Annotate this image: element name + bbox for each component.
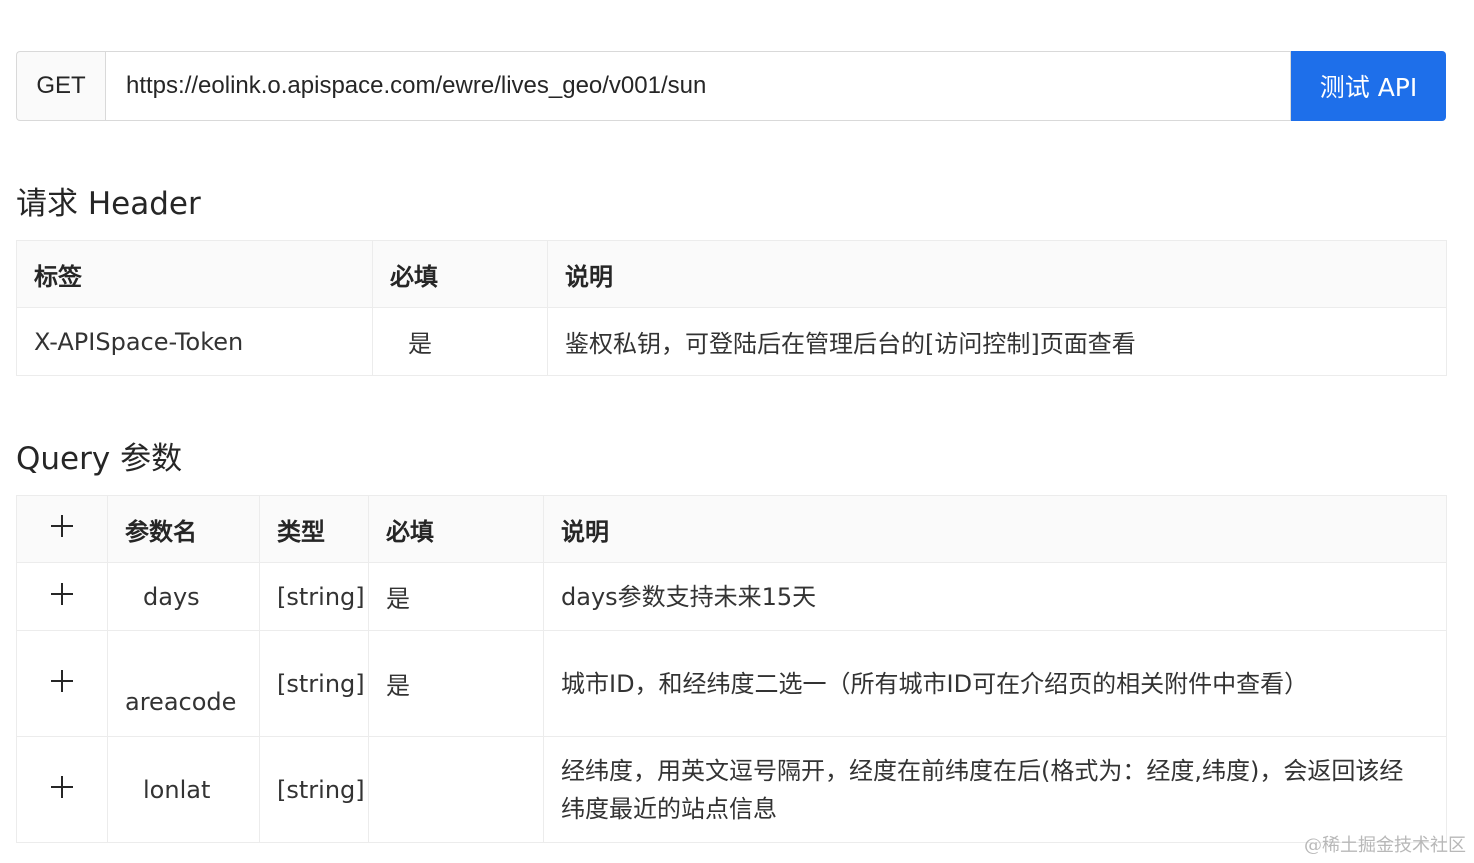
header-section-title: 请求 Header [16, 186, 201, 222]
query-table-head: 参数名 类型 必填 说明 [16, 495, 1447, 563]
column-header: 说明 [543, 495, 1447, 563]
expand-all-cell [16, 495, 108, 563]
required-cell: 是 [368, 630, 544, 737]
required-cell [368, 736, 544, 843]
header-table: 标签 必填 说明 X-APISpace-Token 是 鉴权私钥，可登陆后在管理… [16, 240, 1447, 376]
column-header: 标签 [16, 240, 373, 308]
plus-icon[interactable] [51, 775, 73, 798]
param-name-cell: areacode [107, 630, 260, 737]
header-table-head: 标签 必填 说明 [16, 240, 1447, 308]
test-api-button[interactable]: 测试 API [1291, 51, 1446, 121]
column-header: 说明 [547, 240, 1447, 308]
expand-cell [16, 736, 108, 843]
column-header: 类型 [259, 495, 369, 563]
description-cell: 鉴权私钥，可登陆后在管理后台的[访问控制]页面查看 [547, 307, 1447, 376]
param-name-text: areacode [125, 687, 237, 716]
expand-cell [16, 630, 108, 737]
watermark: @稀土掘金技术社区 [1304, 835, 1466, 856]
param-type-cell: [string] [259, 736, 369, 843]
plus-icon[interactable] [51, 515, 73, 537]
param-type-cell: [string] [259, 630, 369, 737]
required-cell: 是 [372, 307, 548, 376]
param-type-cell: [string] [259, 562, 369, 631]
url-input[interactable] [105, 51, 1291, 121]
column-header: 参数名 [107, 495, 260, 563]
expand-cell [16, 562, 108, 631]
table-row: X-APISpace-Token 是 鉴权私钥，可登陆后在管理后台的[访问控制]… [16, 307, 1447, 376]
query-params-table: 参数名 类型 必填 说明 days [string] 是 days参数支持未来1… [16, 495, 1447, 843]
header-label-cell: X-APISpace-Token [16, 307, 373, 376]
table-row: days [string] 是 days参数支持未来15天 [16, 562, 1447, 631]
column-header: 必填 [368, 495, 544, 563]
param-name-cell: days [107, 562, 260, 631]
http-method-label: GET [16, 51, 105, 121]
param-name-cell: lonlat [107, 736, 260, 843]
plus-icon[interactable] [51, 669, 73, 692]
api-doc-page: GET 测试 API 请求 Header 标签 必填 说明 X-APISpace… [0, 0, 1474, 863]
request-bar: GET 测试 API [16, 51, 1446, 121]
column-header: 必填 [372, 240, 548, 308]
required-cell: 是 [368, 562, 544, 631]
query-section-title: Query 参数 [16, 441, 183, 477]
table-row: areacode [string] 是 城市ID，和经纬度二选一（所有城市ID可… [16, 630, 1447, 737]
plus-icon[interactable] [51, 582, 73, 605]
table-row: lonlat [string] 经纬度，用英文逗号隔开，经度在前纬度在后(格式为… [16, 736, 1447, 843]
description-cell: 经纬度，用英文逗号隔开，经度在前纬度在后(格式为：经度,纬度)，会返回该经纬度最… [543, 736, 1447, 843]
description-cell: 城市ID，和经纬度二选一（所有城市ID可在介绍页的相关附件中查看） [543, 630, 1447, 737]
description-cell: days参数支持未来15天 [543, 562, 1447, 631]
